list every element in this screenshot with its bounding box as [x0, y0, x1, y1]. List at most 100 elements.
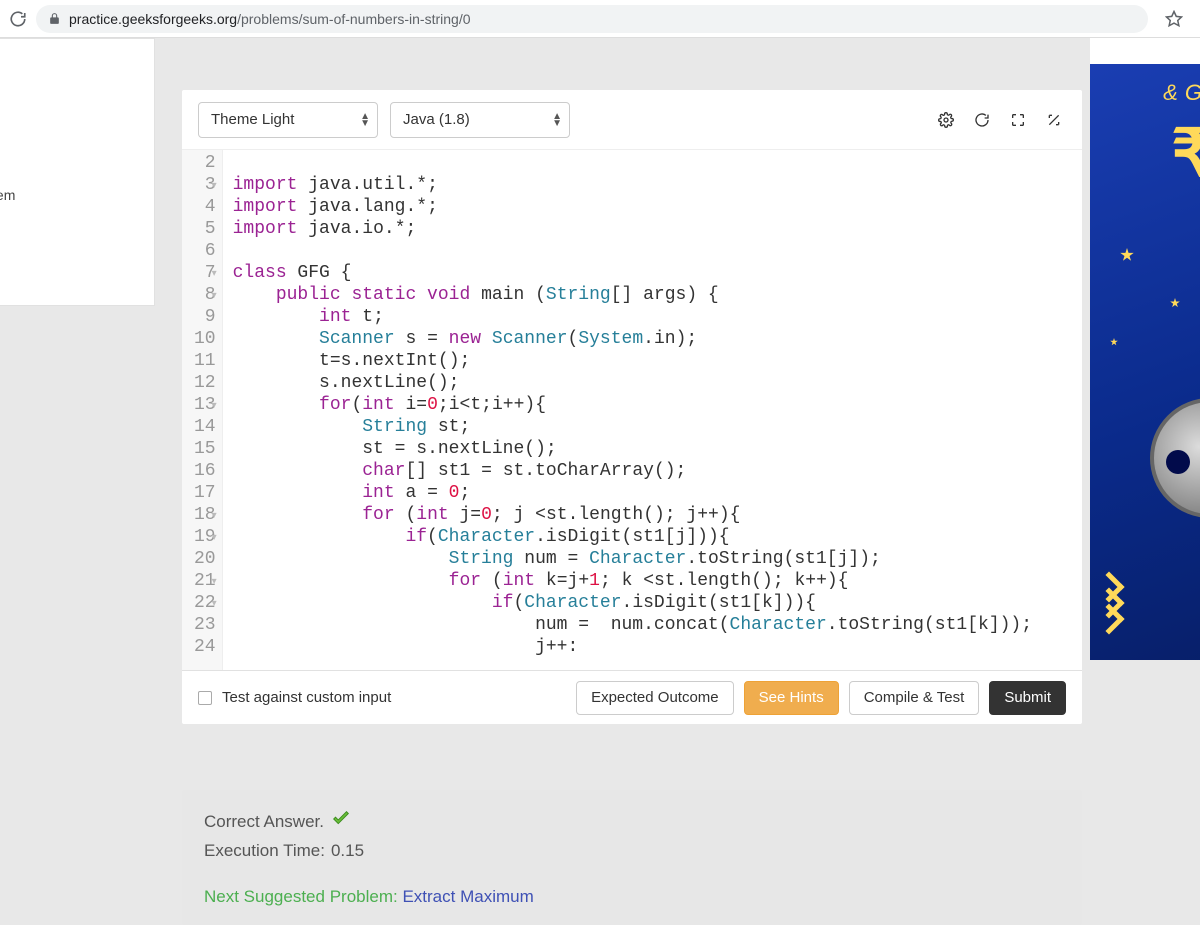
editor-toolbar: Theme Light ▲▼ Java (1.8) ▲▼: [182, 90, 1082, 150]
execution-time-value: 0.15: [331, 841, 364, 861]
expected-outcome-button[interactable]: Expected Outcome: [576, 681, 734, 715]
code-line[interactable]: public static void main (String[] args) …: [233, 284, 1072, 306]
code-line[interactable]: for(int i=0;i<t;i++){: [233, 394, 1072, 416]
code-editor[interactable]: 23▾4567▾8▾910111213▾1415161718▾19▾2021▾2…: [182, 150, 1082, 670]
sidebar-item[interactable]: shing: [0, 41, 154, 69]
lock-icon: [48, 12, 61, 25]
code-line[interactable]: int t;: [233, 306, 1072, 328]
code-line[interactable]: if(Character.isDigit(st1[j])){: [233, 526, 1072, 548]
ad-rupee-icon: ₹: [1090, 120, 1200, 186]
line-number: 22▾: [194, 592, 216, 614]
sidebar-item[interactable]: cktracking: [0, 153, 154, 181]
line-number: 2: [194, 152, 216, 174]
code-line[interactable]: [233, 240, 1072, 262]
ad-tagline: We understand yo: [1090, 38, 1200, 64]
code-line[interactable]: char[] st1 = st.toCharArray();: [233, 460, 1072, 482]
fold-marker-icon[interactable]: ▾: [212, 528, 217, 550]
fullscreen-icon[interactable]: [1006, 108, 1030, 132]
execution-time-label: Execution Time:: [204, 841, 325, 861]
line-number: 16: [194, 460, 216, 482]
star-icon: [1120, 248, 1134, 262]
language-select[interactable]: Java (1.8): [390, 102, 570, 138]
reload-button[interactable]: [0, 1, 36, 37]
line-number: 14: [194, 416, 216, 438]
compile-test-button[interactable]: Compile & Test: [849, 681, 980, 715]
reset-icon[interactable]: [970, 108, 994, 132]
code-line[interactable]: import java.io.*;: [233, 218, 1072, 240]
line-number: 11: [194, 350, 216, 372]
line-number: 24: [194, 636, 216, 658]
code-line[interactable]: class GFG {: [233, 262, 1072, 284]
line-number: 5: [194, 218, 216, 240]
code-line[interactable]: int a = 0;: [233, 482, 1072, 504]
fold-marker-icon[interactable]: ▾: [212, 286, 217, 308]
line-number: 6: [194, 240, 216, 262]
next-suggested-label: Next Suggested Problem:: [204, 887, 402, 906]
submit-button[interactable]: Submit: [989, 681, 1066, 715]
code-line[interactable]: for (int j=0; j <st.length(); j++){: [233, 504, 1072, 526]
code-line[interactable]: for (int k=j+1; k <st.length(); k++){: [233, 570, 1072, 592]
editor-action-bar: Test against custom input Expected Outco…: [182, 670, 1082, 724]
code-line[interactable]: import java.util.*;: [233, 174, 1072, 196]
code-line[interactable]: t=s.nextInt();: [233, 350, 1072, 372]
sidebar-show-more[interactable]: w more: [0, 265, 154, 293]
code-line[interactable]: st = s.nextLine();: [233, 438, 1072, 460]
chevrons-icon: [1098, 582, 1120, 630]
theme-select[interactable]: Theme Light: [198, 102, 378, 138]
code-line[interactable]: Scanner s = new Scanner(System.in);: [233, 328, 1072, 350]
advertisement-banner[interactable]: We understand yo & Get ₹: [1090, 38, 1200, 660]
star-icon: [1110, 338, 1118, 346]
line-number: 19▾: [194, 526, 216, 548]
film-reel-icon: [1120, 388, 1200, 538]
ad-get-text: & Get: [1090, 80, 1200, 106]
fold-marker-icon[interactable]: ▾: [212, 396, 217, 418]
line-number: 13▾: [194, 394, 216, 416]
sidebar-item[interactable]: ked-List: [0, 209, 154, 237]
code-line[interactable]: j++:: [233, 636, 1072, 658]
line-number: 15: [194, 438, 216, 460]
line-number: 20: [194, 548, 216, 570]
custom-input-checkbox[interactable]: [198, 691, 212, 705]
address-bar[interactable]: practice.geeksforgeeks.org/problems/sum-…: [36, 5, 1148, 33]
code-content[interactable]: import java.util.*;import java.lang.*;im…: [223, 150, 1082, 670]
sidebar-item[interactable]: e: [0, 69, 154, 97]
settings-icon[interactable]: [934, 108, 958, 132]
bookmark-button[interactable]: [1156, 1, 1192, 37]
line-number: 4: [194, 196, 216, 218]
sidebar-item[interactable]: trix: [0, 125, 154, 153]
code-editor-panel: Theme Light ▲▼ Java (1.8) ▲▼ 23▾4567▾8▾9…: [182, 90, 1082, 724]
fold-marker-icon[interactable]: ▾: [212, 264, 217, 286]
sidebar-item[interactable]: ph: [0, 237, 154, 265]
sidebar-item[interactable]: erating System: [0, 181, 154, 209]
sidebar-item[interactable]: Algorithm: [0, 97, 154, 125]
code-line[interactable]: num = num.concat(Character.toString(st1[…: [233, 614, 1072, 636]
code-line[interactable]: String st;: [233, 416, 1072, 438]
code-line[interactable]: import java.lang.*;: [233, 196, 1072, 218]
line-number: 8▾: [194, 284, 216, 306]
line-number: 12: [194, 372, 216, 394]
line-number-gutter: 23▾4567▾8▾910111213▾1415161718▾19▾2021▾2…: [182, 150, 223, 670]
category-sidebar: shingeAlgorithmtrixcktrackingerating Sys…: [0, 38, 155, 306]
fold-marker-icon[interactable]: ▾: [212, 594, 217, 616]
line-number: 17: [194, 482, 216, 504]
star-icon: [1170, 298, 1180, 308]
fold-marker-icon[interactable]: ▾: [212, 572, 217, 594]
code-line[interactable]: [233, 152, 1072, 174]
fold-marker-icon[interactable]: ▾: [212, 176, 217, 198]
correct-answer-label: Correct Answer.: [204, 812, 324, 832]
custom-input-label: Test against custom input: [222, 689, 391, 706]
checkmark-icon: [330, 808, 352, 835]
code-line[interactable]: String num = Character.toString(st1[j]);: [233, 548, 1072, 570]
expand-icon[interactable]: [1042, 108, 1066, 132]
line-number: 23: [194, 614, 216, 636]
code-line[interactable]: if(Character.isDigit(st1[k])){: [233, 592, 1072, 614]
code-line[interactable]: s.nextLine();: [233, 372, 1072, 394]
line-number: 10: [194, 328, 216, 350]
line-number: 9: [194, 306, 216, 328]
line-number: 7▾: [194, 262, 216, 284]
fold-marker-icon[interactable]: ▾: [212, 506, 217, 528]
line-number: 21▾: [194, 570, 216, 592]
see-hints-button[interactable]: See Hints: [744, 681, 839, 715]
result-panel: Correct Answer. Execution Time: 0.15 Next…: [182, 790, 1082, 925]
next-suggested-link[interactable]: Extract Maximum: [402, 887, 533, 906]
